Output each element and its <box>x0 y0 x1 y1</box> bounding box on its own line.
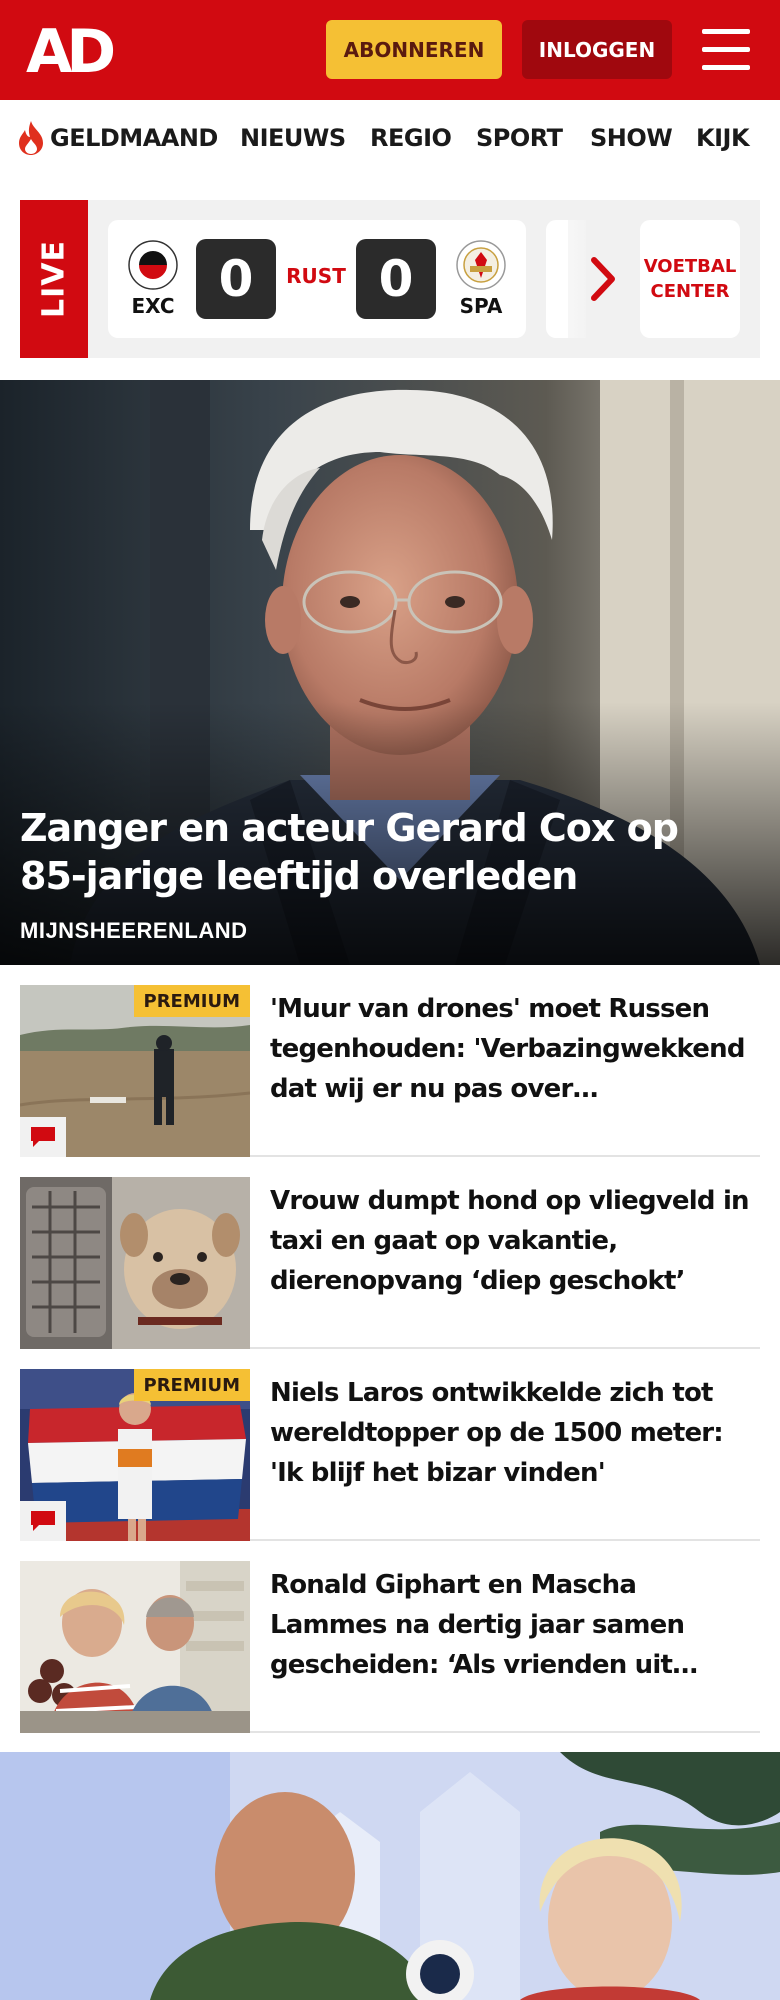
away-team-name: SPA <box>459 294 503 318</box>
list-item[interactable]: PREMIUM 'Muur van drones' moet Russen te… <box>20 965 760 1157</box>
comment-badge <box>20 1117 66 1157</box>
logo-text: AD <box>26 18 113 80</box>
hero-article[interactable]: Zanger en acteur Gerard Cox op 85-jarige… <box>0 380 780 965</box>
match-card[interactable]: EXC 0 RUST 0 SPA <box>108 220 526 338</box>
voetbal-center-button[interactable]: VOETBAL CENTER <box>640 220 740 338</box>
voetbal-center-line2: CENTER <box>650 281 730 302</box>
home-team-name: EXC <box>131 294 175 318</box>
live-tag: LIVE <box>20 200 88 358</box>
excelsior-logo-icon <box>128 240 178 290</box>
away-score: 0 <box>356 239 436 319</box>
comment-badge <box>20 1501 66 1541</box>
article-title: Ronald Giphart en Mascha Lammes na derti… <box>270 1570 698 1680</box>
nav-item-geldmaand[interactable]: GELDMAAND <box>50 124 218 152</box>
premium-badge: PREMIUM <box>133 985 250 1017</box>
section-nav: GELDMAAND NIEUWS REGIO SPORT SHOW KIJK <box>0 100 780 180</box>
hamburger-icon[interactable] <box>700 27 752 73</box>
article-thumbnail <box>20 1177 250 1349</box>
article-thumbnail: PREMIUM <box>20 1369 250 1541</box>
live-label: LIVE <box>36 240 72 318</box>
nav-item-kijk[interactable]: KIJK <box>696 124 750 152</box>
login-button[interactable]: INLOGGEN <box>522 20 672 79</box>
nav-item-regio[interactable]: REGIO <box>370 124 452 152</box>
list-item[interactable]: Vrouw dumpt hond op vliegveld in taxi en… <box>20 1157 760 1349</box>
article-title: 'Muur van drones' moet Russen tegenhoude… <box>270 994 745 1104</box>
voetbal-center-line1: VOETBAL <box>643 256 737 277</box>
nav-item-sport[interactable]: SPORT <box>476 124 563 152</box>
article-title: Vrouw dumpt hond op vliegveld in taxi en… <box>270 1186 750 1296</box>
match-status: RUST <box>286 264 346 288</box>
video-teaser[interactable] <box>0 1752 780 2000</box>
top-bar: AD ABONNEREN INLOGGEN <box>0 0 780 100</box>
comment-icon <box>31 1511 55 1531</box>
sparta-logo-icon <box>456 240 506 290</box>
hero-kicker: MIJNSHEERENLAND <box>20 918 248 943</box>
flame-icon <box>19 121 43 155</box>
ad-logo[interactable]: AD <box>26 18 116 80</box>
nav-item-nieuws[interactable]: NIEUWS <box>240 124 346 152</box>
article-thumbnail <box>20 1561 250 1733</box>
home-score: 0 <box>196 239 276 319</box>
subscribe-button[interactable]: ABONNEREN <box>326 20 502 79</box>
comment-icon <box>31 1127 55 1147</box>
list-item[interactable]: Ronald Giphart en Mascha Lammes na derti… <box>20 1541 760 1733</box>
video-teaser-image <box>0 1752 780 2000</box>
live-scores-bar: LIVE EXC 0 RUST 0 SPA VOETBAL CENTER <box>20 200 760 358</box>
premium-badge: PREMIUM <box>133 1369 250 1401</box>
hero-title: Zanger en acteur Gerard Cox op 85-jarige… <box>20 806 679 898</box>
article-thumbnail: PREMIUM <box>20 985 250 1157</box>
chevron-right-icon[interactable] <box>584 252 624 306</box>
list-item[interactable]: PREMIUM Niels Laros ontwikkelde zich tot… <box>20 1349 760 1541</box>
nav-item-show[interactable]: SHOW <box>590 124 673 152</box>
article-title: Niels Laros ontwikkelde zich tot wereldt… <box>270 1378 724 1488</box>
